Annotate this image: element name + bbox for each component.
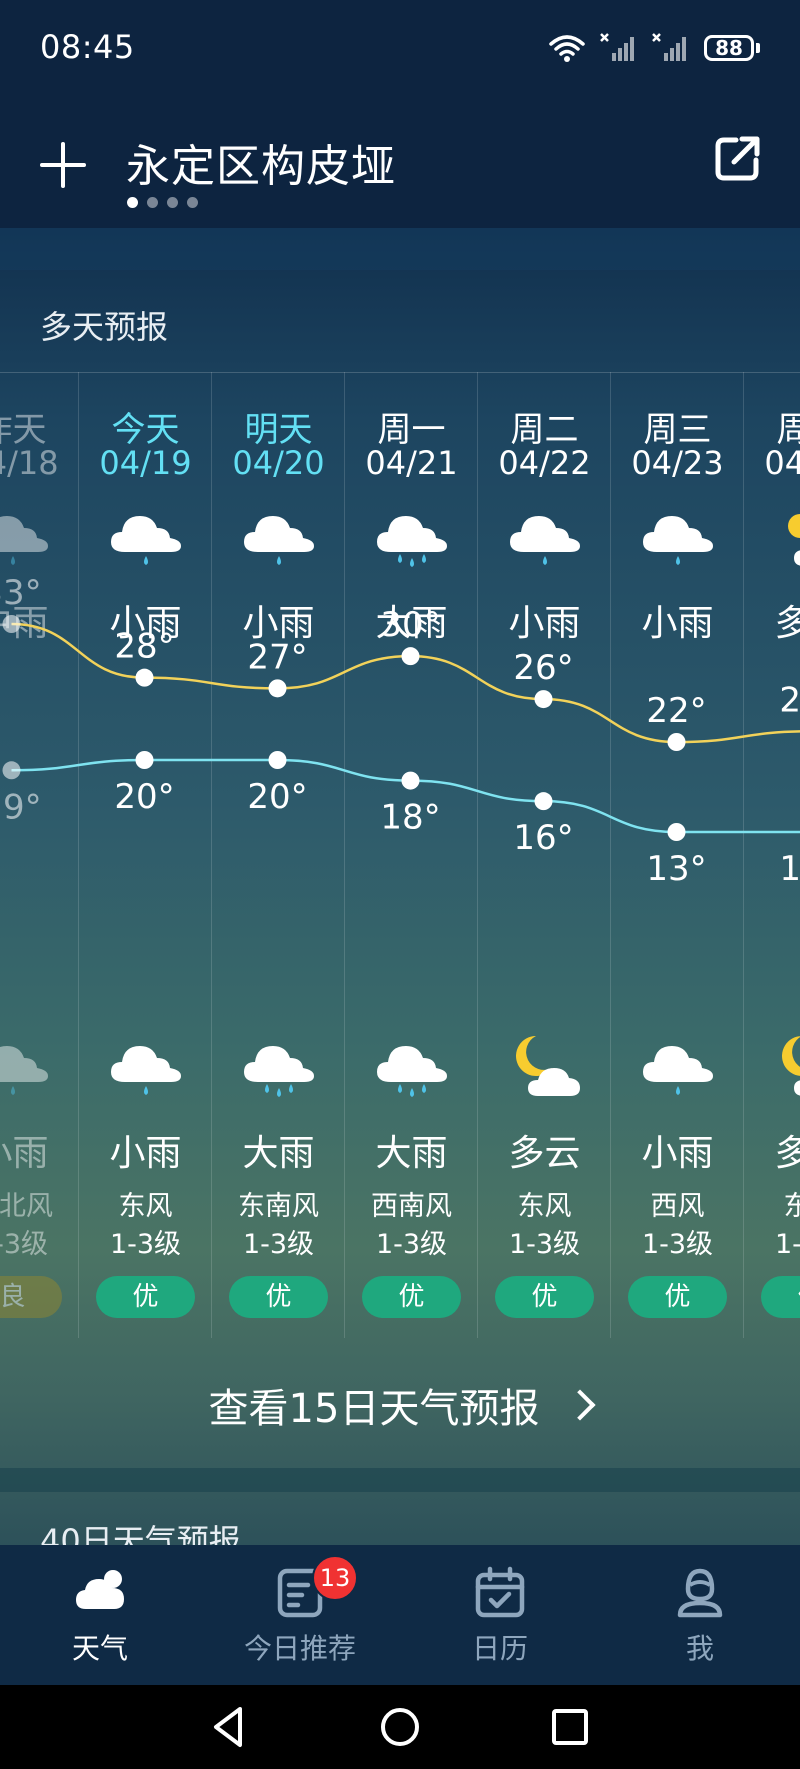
view-15-day-label: 查看15日天气预报 <box>208 1386 540 1432</box>
high-temp-label: 22° <box>646 691 706 731</box>
high-temp-point <box>2 615 21 633</box>
page-dot <box>127 197 138 208</box>
high-temp-label: 30° <box>380 605 440 645</box>
wifi-icon <box>549 35 585 62</box>
calendar-icon <box>475 1566 525 1618</box>
low-temp-point <box>2 761 21 780</box>
system-nav-bar <box>0 1685 800 1769</box>
profile-icon <box>677 1568 723 1618</box>
high-temp-point <box>135 668 154 687</box>
low-temp-point <box>534 792 553 811</box>
battery-tip <box>756 43 760 53</box>
high-temp-label: 26° <box>513 648 573 688</box>
battery-icon: 88 <box>704 35 754 61</box>
forecast-section-title: 多天预报 <box>40 308 169 346</box>
add-city-button[interactable] <box>38 140 88 190</box>
high-temp-point <box>667 733 686 751</box>
tab-label: 我 <box>685 1632 714 1665</box>
low-temp-point <box>401 771 420 790</box>
home-icon[interactable] <box>376 1703 424 1751</box>
high-temp-label: 28° <box>114 627 174 667</box>
low-temp-point <box>667 823 686 841</box>
high-temp-point <box>268 679 287 698</box>
high-temp-point <box>534 690 553 709</box>
chevron-right-icon <box>564 1389 597 1421</box>
recents-icon[interactable] <box>546 1703 594 1751</box>
signal-1-icon <box>600 33 634 61</box>
tab-weather[interactable]: 天气 <box>0 1545 200 1685</box>
page-dot <box>167 197 178 208</box>
low-temp-point <box>135 751 154 769</box>
tab-me[interactable]: 我 <box>600 1545 800 1685</box>
high-temp-point <box>401 647 420 666</box>
status-icons: 88 <box>548 28 760 68</box>
low-temp-label: 13° <box>779 849 800 889</box>
tab-label: 日历 <box>471 1632 528 1665</box>
low-temp-label: 20° <box>247 777 307 817</box>
status-bar: 08:45 88 <box>0 0 800 100</box>
section-band <box>0 1468 800 1492</box>
high-temp-label: 33° <box>0 573 42 613</box>
page-dot <box>187 197 198 208</box>
tab-label: 今日推荐 <box>243 1632 356 1665</box>
bottom-tab-bar: 天气 13 今日推荐 日历 我 <box>0 1545 800 1685</box>
temperature-chart: 33° 28° 27° 30° 26° 22° 23° 19° 20° 20° 18° 16° 13° 1… <box>0 573 800 889</box>
page-indicator <box>127 197 198 208</box>
forecast-scroller[interactable]: 昨天04/18中雨小雨东北风1-3级良今天04/19小雨小雨东风1-3级优明天0… <box>0 372 800 1338</box>
status-time: 08:45 <box>40 28 135 66</box>
low-temp-label: 19° <box>0 787 42 827</box>
notification-badge: 13 <box>312 1555 358 1601</box>
low-temp-point <box>268 751 287 769</box>
back-icon[interactable] <box>206 1703 254 1751</box>
tab-calendar[interactable]: 日历 <box>400 1545 600 1685</box>
tab-recommend[interactable]: 13 今日推荐 <box>200 1545 400 1685</box>
app-header: 永定区构皮垭 <box>0 100 800 228</box>
low-temp-label: 20° <box>114 777 174 817</box>
signal-2-icon <box>652 33 686 61</box>
share-icon[interactable] <box>712 132 764 184</box>
section-band <box>0 228 800 270</box>
location-title[interactable]: 永定区构皮垭 <box>126 130 396 194</box>
low-temp-label: 18° <box>380 798 440 838</box>
cloud-icon <box>76 1570 124 1609</box>
view-15-day-button[interactable]: 查看15日天气预报 <box>0 1340 800 1470</box>
low-temp-label: 13° <box>646 849 706 889</box>
page-dot <box>147 197 158 208</box>
low-temp-label: 16° <box>513 818 573 858</box>
high-temp-label: 23° <box>779 680 800 720</box>
tab-label: 天气 <box>71 1632 128 1665</box>
high-temp-label: 27° <box>247 637 307 677</box>
